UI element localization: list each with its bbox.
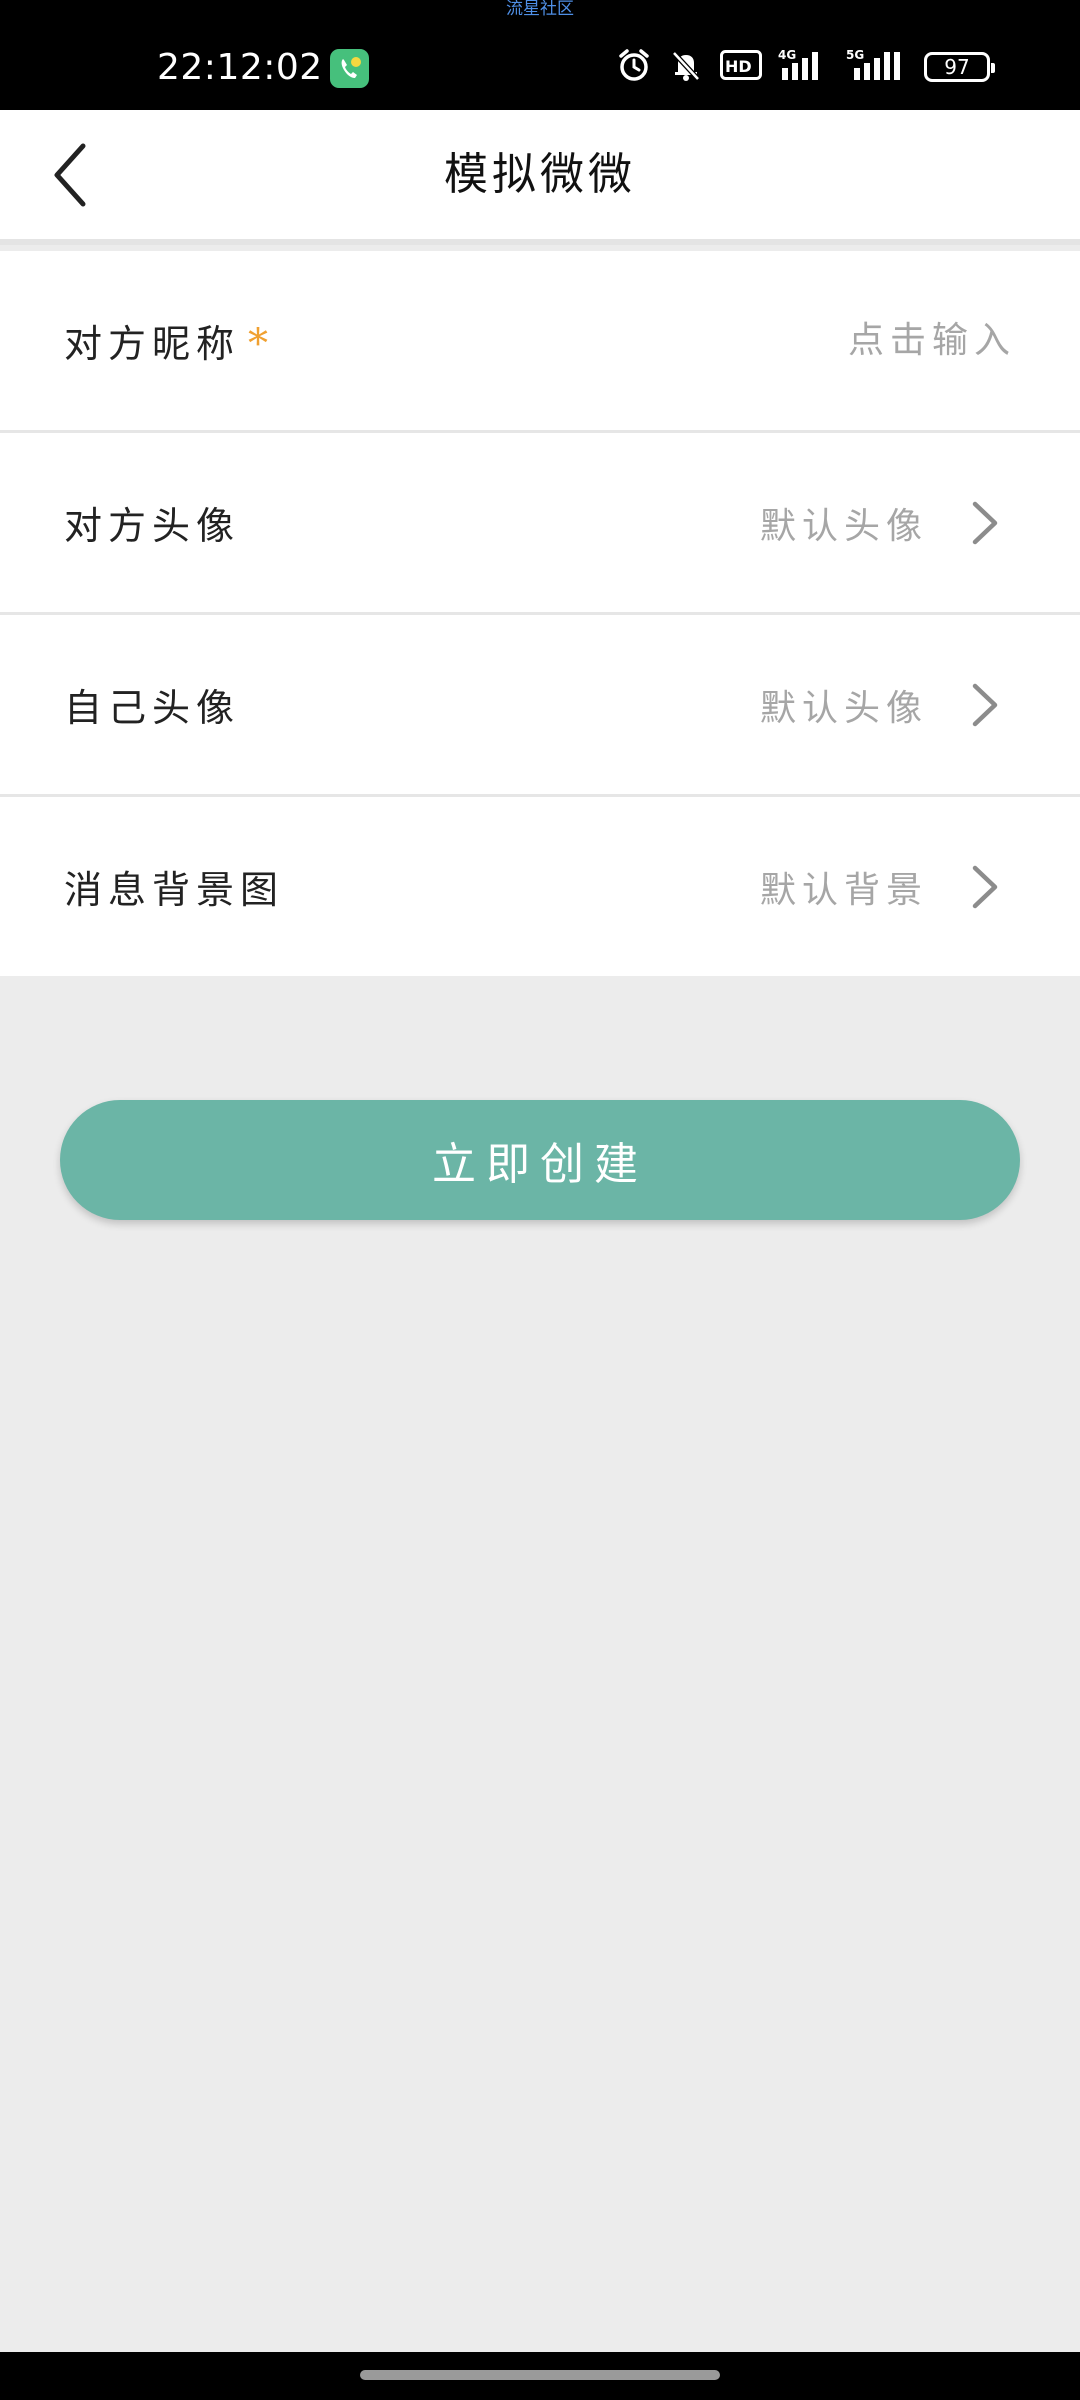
create-button[interactable]: 立即创建 [60,1100,1020,1220]
self-avatar-value: 默认头像 [759,687,928,729]
battery-indicator: 97 [924,52,995,82]
settings-form: 对方昵称* 对方头像 默认头像 自己头像 默认头像 消息背景图 默认背景 [0,251,1080,976]
home-indicator[interactable] [360,2370,720,2380]
nickname-label: 对方昵称 * [64,321,269,367]
status-watermark: 流星社区 [506,0,574,19]
signal-5g-icon: 5G [844,48,908,86]
chevron-right-icon [968,862,1002,912]
battery-level: 97 [944,55,970,79]
status-bar: 流星社区 22:12:02 HD 4G 5G 97 [0,0,1080,110]
peer-avatar-label: 对方头像 [64,504,241,548]
svg-text:5G: 5G [846,48,864,62]
navigation-bar [0,2352,1080,2400]
background-label: 消息背景图 [64,868,285,912]
nickname-input[interactable] [718,319,1018,362]
nickname-row[interactable]: 对方昵称 * [0,251,1080,433]
chevron-right-icon [968,498,1002,548]
peer-avatar-value: 默认头像 [759,505,928,547]
status-icons: HD 4G 5G 97 [616,47,995,87]
page-title: 模拟微微 [444,149,636,200]
app-header: 模拟微微 [0,110,1080,245]
background-row[interactable]: 消息背景图 默认背景 [0,797,1080,976]
self-avatar-row[interactable]: 自己头像 默认头像 [0,615,1080,797]
peer-avatar-row[interactable]: 对方头像 默认头像 [0,433,1080,615]
self-avatar-label: 自己头像 [64,686,241,730]
chevron-left-icon [54,143,86,207]
mute-bell-icon [668,47,704,87]
svg-text:HD: HD [725,57,752,76]
phone-app-icon [330,49,369,88]
status-time: 22:12:02 [157,47,323,88]
alarm-icon [616,47,652,87]
required-mark: * [248,321,269,367]
chevron-right-icon [968,680,1002,730]
back-button[interactable] [36,140,106,210]
svg-text:4G: 4G [778,48,796,62]
background-value: 默认背景 [759,869,928,911]
hd-icon: HD [720,50,762,84]
signal-4g-icon: 4G [778,48,828,86]
